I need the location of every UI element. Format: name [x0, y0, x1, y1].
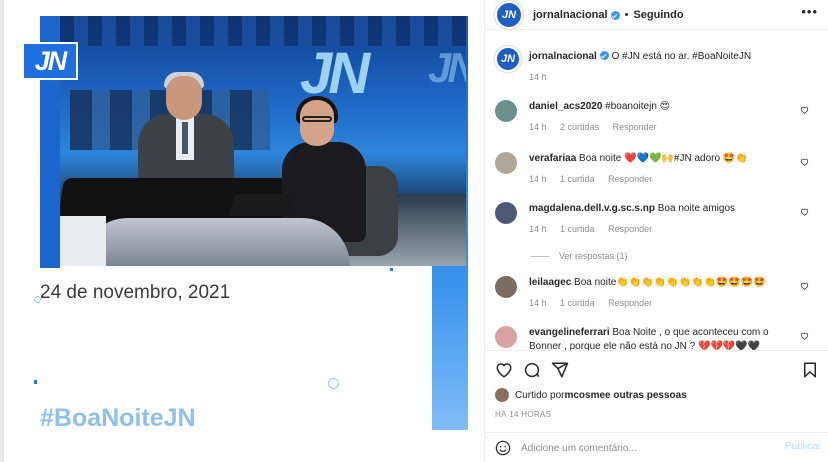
left-border — [0, 0, 4, 462]
comment-time: 14 h — [529, 174, 547, 184]
add-comment-bar: Publicar — [485, 432, 828, 462]
caption-username[interactable]: jornalnacional — [529, 51, 597, 62]
heart-icon[interactable] — [800, 282, 809, 290]
jn-logo: JN — [22, 42, 78, 80]
publish-button[interactable]: Publicar — [785, 441, 821, 452]
reply-button[interactable]: Responder — [608, 298, 652, 308]
heart-icon[interactable] — [800, 208, 809, 216]
post-date: 24 de novembro, 2021 — [40, 282, 231, 303]
comment-likes[interactable]: 2 curtidas — [560, 122, 599, 132]
liked-by: Curtido por mcosme e outras pessoas — [495, 388, 687, 402]
comment-likes[interactable]: 1 curtida — [560, 224, 595, 234]
heart-icon[interactable] — [800, 332, 809, 340]
comment-username[interactable]: leilaagec — [529, 277, 571, 288]
heart-icon[interactable] — [800, 106, 809, 114]
avatar[interactable] — [495, 100, 517, 122]
separator: • — [624, 8, 629, 21]
comment-time: 14 h — [529, 122, 547, 132]
more-options-icon[interactable]: ••• — [801, 4, 818, 19]
comment-username[interactable]: magdalena.dell.v.g.sc.s.np — [529, 203, 655, 214]
reply-button[interactable]: Responder — [608, 224, 652, 234]
studio-photo: JN JN — [60, 16, 466, 266]
reply-button[interactable]: Responder — [613, 122, 657, 132]
bookmark-icon[interactable] — [801, 361, 819, 379]
comments-list[interactable]: JN jornalnacional O #JN está no ar. #Boa… — [485, 38, 828, 350]
decor-circle — [34, 296, 41, 303]
verified-icon — [610, 11, 620, 20]
avatar[interactable]: JN — [495, 46, 521, 72]
share-icon[interactable] — [551, 361, 569, 379]
post-header: JN jornalnacional • Seguindo ••• — [485, 0, 828, 30]
comment-time: 14 h — [529, 298, 547, 308]
comment-text: Boa noite👏👏👏👏👏👏👏👏🤩🤩🤩🤩 — [571, 277, 766, 288]
comment-input[interactable] — [521, 439, 751, 457]
blue-left-bar — [40, 82, 60, 268]
comment-username[interactable]: evangelineferrari — [529, 327, 610, 338]
post-timestamp: HÁ 14 HORAS — [495, 410, 552, 419]
post-image: JN JN JN 24 de novembro, 2021 #BoaNoiteJ… — [0, 0, 484, 462]
username-link[interactable]: jornalnacional — [533, 9, 608, 21]
avatar[interactable] — [495, 388, 509, 402]
comment-text: #boanoitejn 😍 — [602, 101, 671, 112]
verified-icon — [599, 51, 609, 60]
decor-circle — [328, 378, 339, 389]
following-button[interactable]: Seguindo — [633, 9, 683, 21]
comment-likes[interactable]: 1 curtida — [560, 298, 595, 308]
emoji-icon[interactable] — [495, 440, 511, 456]
avatar[interactable] — [495, 276, 517, 298]
view-replies-button[interactable]: Ver respostas (1) — [531, 251, 628, 261]
comment-username[interactable]: verafariaa — [529, 153, 576, 164]
comment-time: 14 h — [529, 224, 547, 234]
heart-icon[interactable] — [495, 361, 513, 379]
heart-icon[interactable] — [800, 158, 809, 166]
action-bar — [485, 350, 828, 390]
comment-text: Boa noite ❤️💙💚🙌#JN adoro 🤩👏 — [576, 153, 748, 164]
comment-likes[interactable]: 1 curtida — [560, 174, 595, 184]
comment-username[interactable]: daniel_acs2020 — [529, 101, 602, 112]
avatar[interactable] — [495, 326, 517, 348]
reply-button[interactable]: Responder — [608, 174, 652, 184]
desk-front — [80, 218, 350, 266]
comment-icon[interactable] — [523, 361, 541, 379]
liked-by-user[interactable]: mcosme — [564, 390, 605, 401]
post-sidebar: JN jornalnacional • Seguindo ••• JN jorn… — [484, 0, 828, 462]
liked-by-others[interactable]: e outras pessoas — [605, 390, 687, 401]
laptop — [227, 194, 297, 216]
comment-text: Boa noite amigos — [654, 203, 736, 214]
caption-time: 14 h — [529, 72, 547, 82]
avatar[interactable]: JN — [495, 0, 523, 29]
studio-jn-sign-2: JN — [428, 44, 466, 91]
avatar[interactable] — [495, 202, 517, 224]
avatar[interactable] — [495, 152, 517, 174]
post-hashtag: #BoaNoiteJN — [40, 404, 196, 432]
caption-text: O #JN está no ar. #BoaNoiteJN — [608, 51, 752, 62]
